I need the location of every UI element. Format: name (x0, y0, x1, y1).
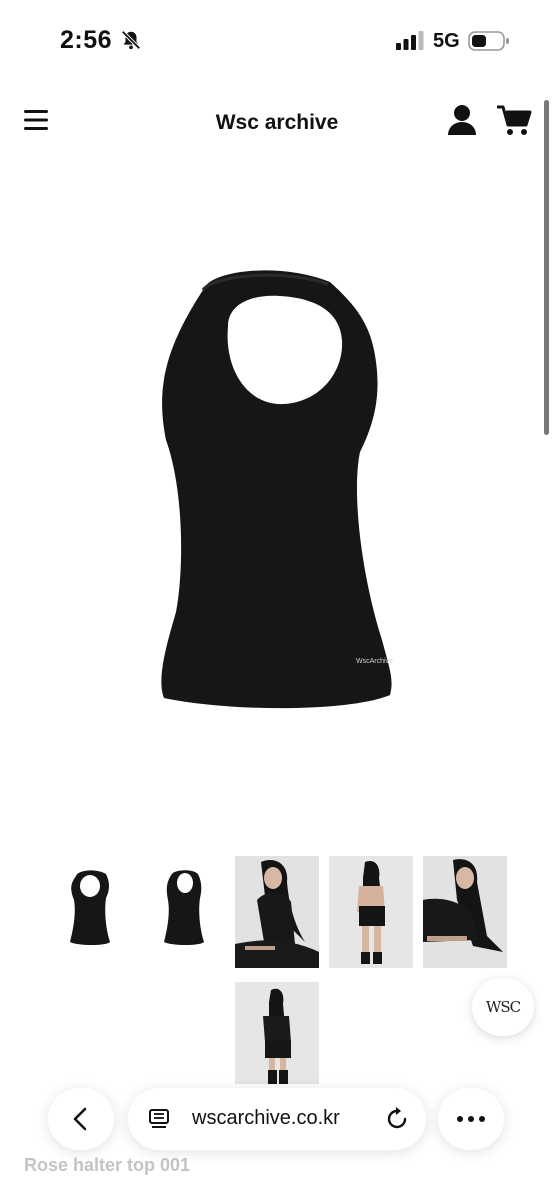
account-icon[interactable] (446, 103, 478, 137)
bell-slash-icon (121, 30, 141, 50)
model-seated-image (235, 856, 319, 968)
thumbnail-model-full[interactable] (235, 982, 319, 1084)
thumbnail-model-back[interactable] (329, 856, 413, 968)
product-title: Rose halter top 001 (24, 1155, 191, 1175)
reload-icon[interactable] (384, 1106, 410, 1132)
halter-top-back-image (164, 870, 204, 945)
model-back-view-image (329, 856, 413, 968)
scrollbar[interactable] (544, 100, 549, 435)
model-full-outfit-image (235, 982, 319, 1084)
signal-icon (396, 31, 424, 50)
floating-logo-label: WSC (485, 998, 521, 1016)
thumbnail-model-lying[interactable] (423, 856, 507, 968)
product-main-image[interactable]: WscArchive (120, 240, 440, 740)
cart-icon[interactable] (496, 103, 532, 137)
back-chevron-icon (73, 1107, 87, 1131)
page-icon (149, 1109, 169, 1128)
site-header: Wsc archive (0, 95, 554, 150)
halter-top-front-image (70, 870, 110, 945)
thumbnail-front[interactable] (48, 856, 132, 968)
floating-logo-button[interactable]: WSC (472, 978, 534, 1036)
battery-icon (468, 31, 509, 51)
thumbnail-back[interactable] (142, 856, 226, 968)
model-lying-image (423, 856, 507, 968)
status-bar: 2:56 5G (0, 0, 554, 80)
browser-back-button[interactable] (48, 1088, 114, 1150)
browser-more-button[interactable] (438, 1088, 504, 1150)
network-type: 5G (433, 30, 460, 52)
address-bar[interactable]: wscarchive.co.kr (128, 1088, 426, 1150)
url-text: wscarchive.co.kr (192, 1107, 340, 1129)
status-time: 2:56 (60, 26, 113, 54)
garment-label: WscArchive (356, 658, 393, 665)
thumbnail-model-seated[interactable] (235, 856, 319, 968)
more-icon (457, 1116, 485, 1122)
